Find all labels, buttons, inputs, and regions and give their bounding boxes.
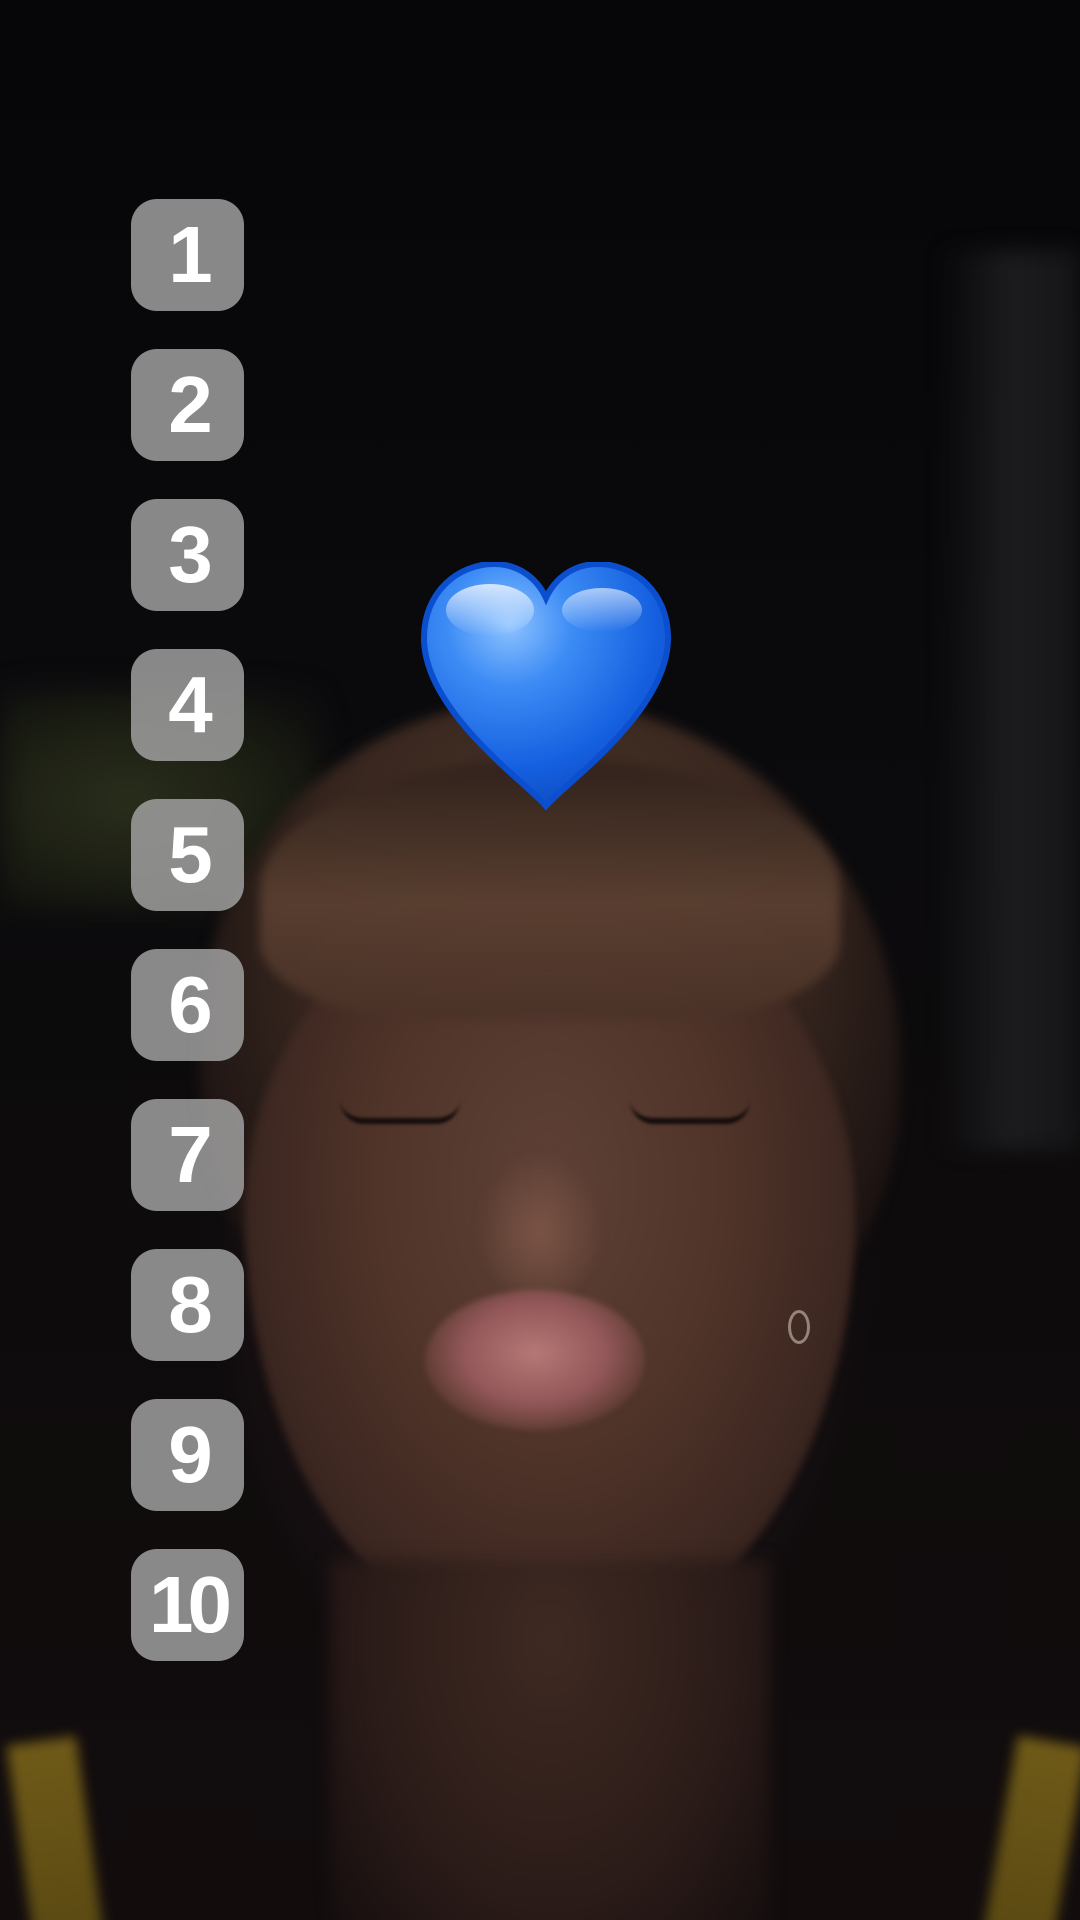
number-tile-4: 4 [131,649,244,761]
closed-right-eye [630,1100,750,1124]
number-list: 1 2 3 4 5 6 7 8 9 10 [131,199,244,1699]
right-shirt-strap [983,1735,1080,1920]
closed-left-eye [340,1100,460,1124]
lips [425,1290,645,1430]
photo-background: 1 2 3 4 5 6 7 8 9 10 [0,0,1080,1920]
number-tile-7: 7 [131,1099,244,1211]
number-tile-5: 5 [131,799,244,911]
number-tile-3: 3 [131,499,244,611]
neck [330,1560,770,1920]
number-tile-6: 6 [131,949,244,1061]
earring [788,1310,810,1344]
number-tile-1: 1 [131,199,244,311]
blue-heart-icon[interactable] [418,562,674,810]
number-tile-10: 10 [131,1549,244,1661]
number-tile-8: 8 [131,1249,244,1361]
nose [475,1150,605,1300]
number-tile-2: 2 [131,349,244,461]
left-shirt-strap [6,1736,104,1920]
background-curtain [940,250,1080,1150]
number-tile-9: 9 [131,1399,244,1511]
